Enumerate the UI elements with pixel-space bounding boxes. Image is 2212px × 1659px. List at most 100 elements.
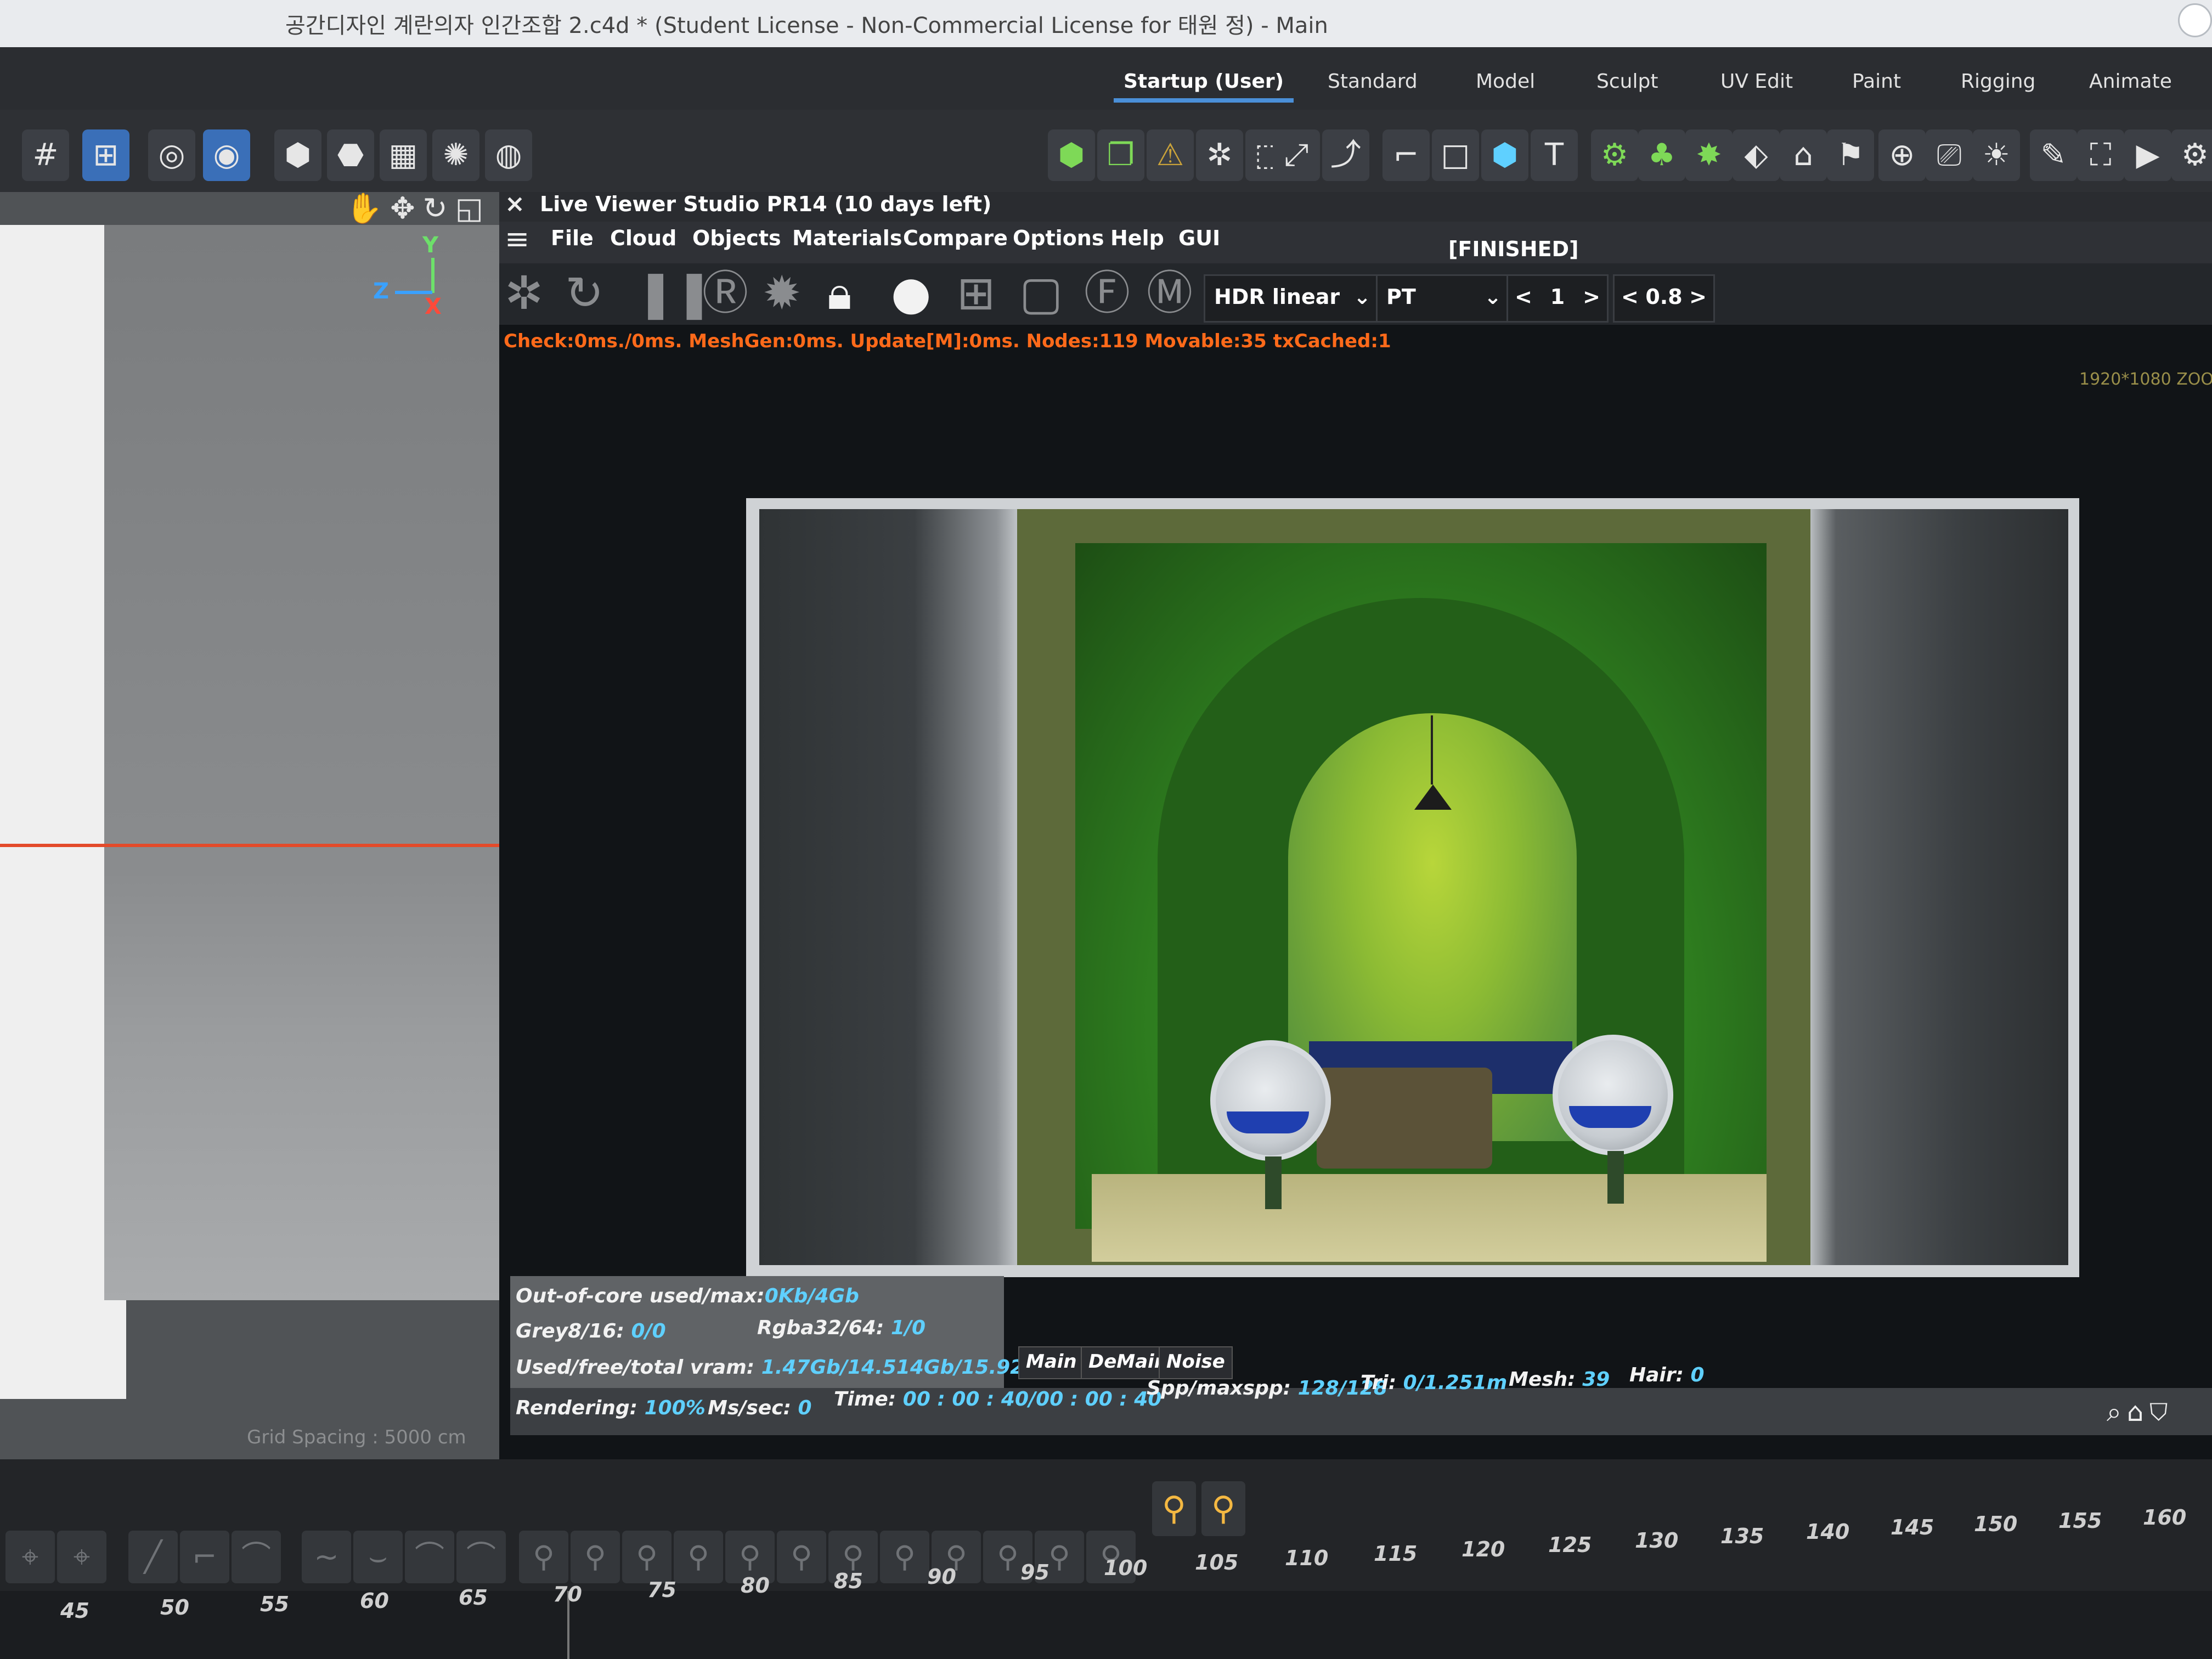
curve-ease-in-icon[interactable]: ⌣ [353,1531,403,1583]
render-settings-icon[interactable]: ✺ [432,129,479,181]
render-active-icon[interactable]: ▶ [2124,129,2171,181]
key-tool-icon[interactable]: ⚲ [777,1531,826,1583]
clay-mode-icon[interactable]: ▢ [1019,266,1063,320]
layout-tab-rigging[interactable]: Rigging [1961,70,2035,93]
layout-tab-animate[interactable]: Animate [2089,70,2172,93]
stat-value: 0 [798,1397,812,1419]
restart-icon[interactable]: ↻ [565,266,603,320]
picture-viewer-icon[interactable]: ▦ [380,129,427,181]
environment-icon[interactable]: ⊕ [1878,129,1926,181]
key-pin-icon[interactable]: ⚲ [1152,1481,1196,1536]
timeline-tool-icon[interactable]: ⌖ [5,1531,55,1583]
warning-icon[interactable]: ⚠ [1147,129,1194,181]
settings-gear-icon[interactable]: ✹ [763,266,801,320]
material-ball-icon[interactable]: ● [891,266,931,320]
nurbs-icon[interactable]: ⬢ [1481,129,1528,181]
spline-pen-icon[interactable]: ⌐ [1383,129,1430,181]
chevron-left-icon[interactable]: < [1621,276,1639,318]
render-view-icon[interactable]: ⬢ [274,129,321,181]
chevron-right-icon[interactable]: > [1583,276,1600,318]
layout-tab-uv-edit[interactable]: UV Edit [1720,70,1793,93]
kernel-select[interactable]: PT ⌄ [1376,274,1511,323]
curve-step-icon[interactable]: ⌐ [180,1531,229,1583]
render-chair-cushion-left [1227,1111,1309,1133]
hamburger-menu-icon[interactable]: ≡ [505,222,529,256]
add-region-icon[interactable]: ⊞ [957,266,995,320]
region-render-icon[interactable]: Ⓡ [702,266,748,320]
solo-off-icon[interactable]: ◎ [148,129,195,181]
gear-icon[interactable]: ✲ [1196,129,1243,181]
menu-cloud[interactable]: Cloud [610,226,676,250]
field-icon[interactable]: ⌂ [1780,129,1827,181]
viewport-nav-icons[interactable]: ✋✥↻◱ [346,191,491,226]
axis-y-label: Y [422,233,438,258]
menu-options[interactable]: Options [1013,226,1104,250]
key-tool-icon[interactable]: ⚲ [880,1531,929,1583]
layout-tab-standard[interactable]: Standard [1328,70,1418,93]
menu-objects[interactable]: Objects [692,226,781,250]
stepper-2[interactable]: <0.8 > [1613,274,1715,323]
status-bar-icons[interactable]: ⌕⌂⛉ [2107,1397,2174,1428]
key-tool-icon[interactable]: ⚲ [622,1531,672,1583]
material-picker-icon[interactable]: Ⓜ [1147,266,1193,320]
stat-value: 0/1.251m [1403,1372,1508,1394]
layout-tab-model[interactable]: Model [1476,70,1535,93]
global-icon[interactable]: ◍ [485,129,532,181]
lock-icon[interactable]: 🔒︎ [827,266,852,320]
window-control-icon[interactable] [2178,3,2212,37]
effector-icon[interactable]: ✸ [1685,129,1733,181]
key-tool-icon[interactable]: ⚲ [674,1531,723,1583]
layout-tab-startup[interactable]: Startup (User) [1114,70,1294,103]
send-scene-icon[interactable]: ✲ [505,266,543,320]
viewport-canvas[interactable] [104,225,510,1300]
curve-auto-icon[interactable]: ⌒ [456,1531,506,1583]
tag-icon[interactable]: ⚑ [1827,129,1874,181]
key-tool-icon[interactable]: ⚲ [571,1531,620,1583]
scale-arrow-icon[interactable]: ⤢ [1273,129,1320,181]
key-pin-add-icon[interactable]: ⚲ [1201,1481,1245,1536]
render-region-frame-icon[interactable]: ⛶ [2077,129,2124,181]
channel-tab-main[interactable]: Main [1018,1346,1085,1379]
grid-snap-icon[interactable]: # [22,129,69,181]
layout-tab-sculpt[interactable]: Sculpt [1596,70,1658,93]
timeline-tool-icon[interactable]: ⌖ [57,1531,106,1583]
timeline-ruler[interactable] [0,1591,2212,1659]
curve-linear-icon[interactable]: ╱ [128,1531,178,1583]
camera-icon[interactable]: ⎚ [1926,129,1973,181]
render-to-pv-icon[interactable]: ⚙ [2171,129,2212,181]
light-icon[interactable]: ☀ [1973,129,2020,181]
axis-x-label: X [425,294,442,319]
chevron-right-icon[interactable]: > [1689,276,1707,318]
timeline-tick-label: 75 [647,1578,676,1602]
deformer-icon[interactable]: ⬖ [1733,129,1780,181]
curve-ease-out-icon[interactable]: ⌒ [405,1531,454,1583]
menu-file[interactable]: File [551,226,594,250]
rotate-arrow-icon[interactable]: ⤴ [1322,129,1369,181]
key-tool-icon[interactable]: ⚲ [519,1531,568,1583]
render-sofa [1317,1068,1492,1169]
edit-render-icon[interactable]: ✎ [2030,129,2077,181]
close-icon[interactable]: × [505,190,525,218]
menu-help[interactable]: Help [1110,226,1164,250]
solo-icon[interactable]: ◉ [203,129,250,181]
menu-compare[interactable]: Compare [903,226,1008,250]
tone-mapping-select[interactable]: HDR linear ⌄ [1204,274,1380,323]
curve-ease-icon[interactable]: ⌒ [232,1531,281,1583]
square-icon[interactable]: □ [1432,129,1479,181]
menu-gui[interactable]: GUI [1178,226,1220,250]
cloner-icon[interactable]: ♣ [1638,129,1685,181]
instance-icon[interactable]: ❐ [1097,129,1144,181]
generator-icon[interactable]: ⚙ [1591,129,1638,181]
stepper-1[interactable]: <1 > [1506,274,1609,323]
render-region-icon[interactable]: ⬣ [327,129,374,181]
chevron-left-icon[interactable]: < [1515,276,1532,318]
channel-tab-noise[interactable]: Noise [1159,1346,1233,1379]
focus-picker-icon[interactable]: Ⓕ [1084,266,1130,320]
render-pendant-lamp [1414,785,1452,810]
workplane-snap-icon[interactable]: ⊞ [82,129,129,181]
menu-materials[interactable]: Materials [792,226,902,250]
curve-spline-icon[interactable]: ∼ [302,1531,351,1583]
cube-icon[interactable]: ⬢ [1048,129,1095,181]
text-icon[interactable]: T [1531,129,1578,181]
layout-tab-paint[interactable]: Paint [1852,70,1901,93]
